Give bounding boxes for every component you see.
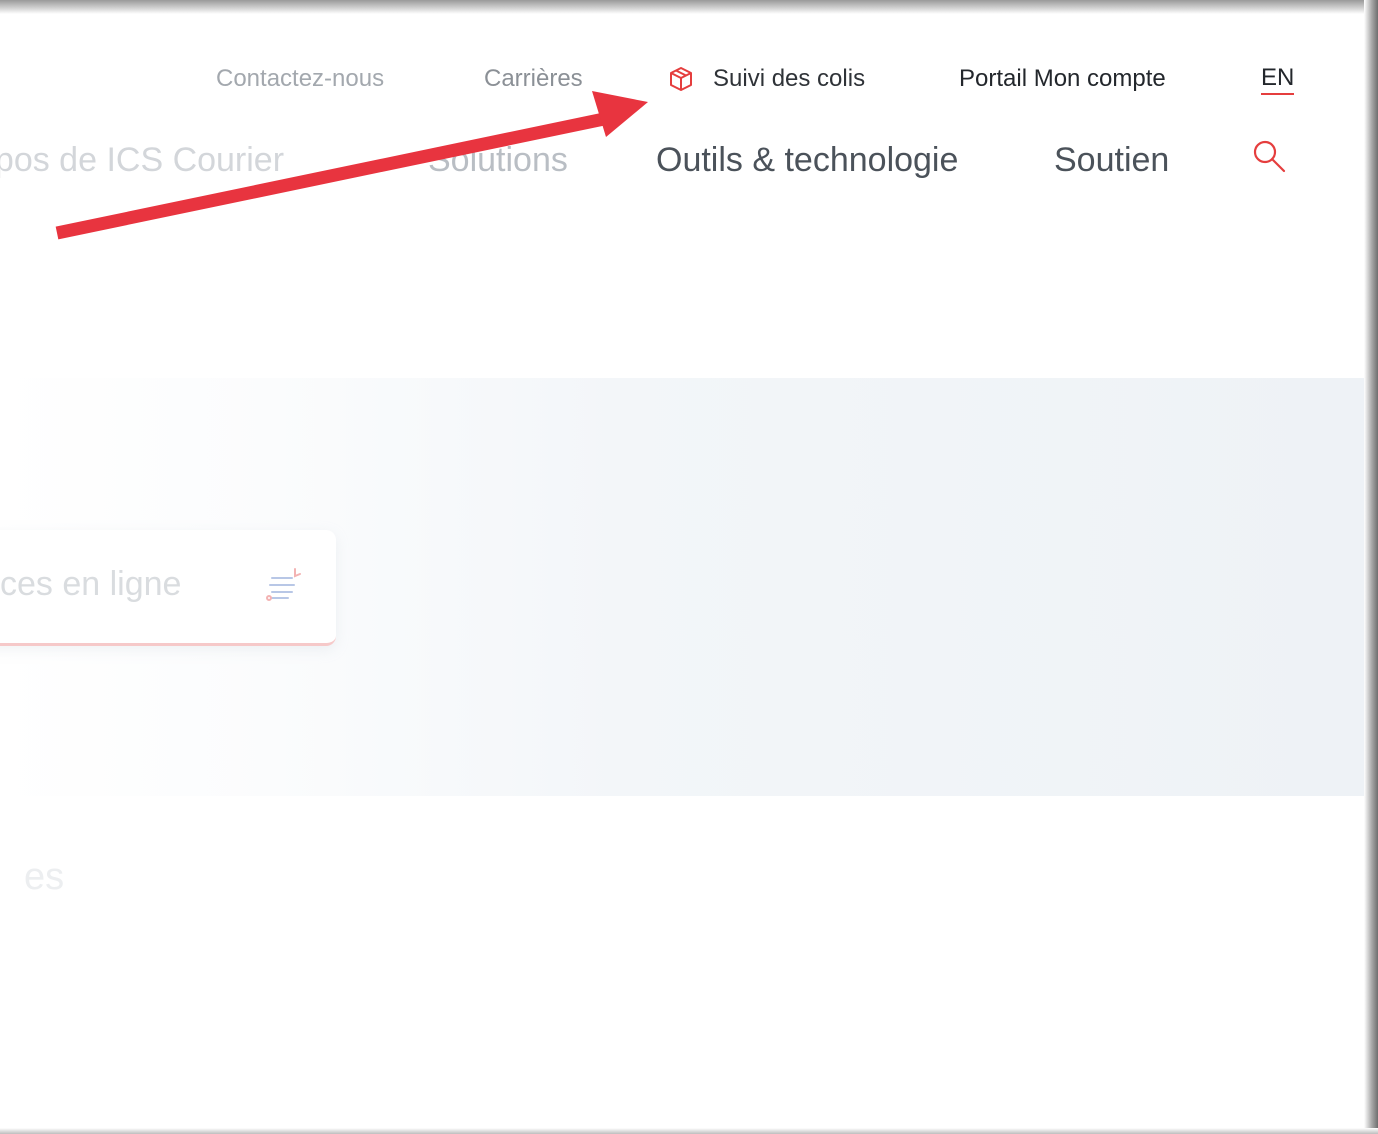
online-services-icon [262, 562, 308, 608]
screenshot-shadow-bottom [0, 1128, 1378, 1134]
package-box-icon [667, 65, 695, 93]
screenshot-shadow-right [1364, 0, 1378, 1134]
account-portal-link[interactable]: Portail Mon compte [959, 64, 1166, 94]
nav-tools-technology[interactable]: Outils & technologie [656, 138, 958, 182]
section-heading: es [24, 856, 65, 898]
screenshot-shadow-top [0, 0, 1378, 14]
nav-solutions[interactable]: Solutions [428, 138, 568, 182]
nav-about[interactable]: opos de ICS Courier [0, 138, 284, 182]
nav-support[interactable]: Soutien [1054, 138, 1169, 182]
search-icon [1253, 140, 1286, 173]
parcel-tracking-link[interactable]: Suivi des colis [667, 64, 865, 94]
page: Contactez-nous Carrières Suivi des colis… [0, 0, 1378, 1134]
careers-link[interactable]: Carrières [484, 64, 583, 94]
parcel-tracking-label: Suivi des colis [713, 65, 866, 92]
contact-link[interactable]: Contactez-nous [216, 64, 384, 94]
online-services-label: ces en ligne [0, 565, 182, 603]
search-button[interactable] [1250, 138, 1290, 178]
language-toggle[interactable]: EN [1261, 64, 1295, 95]
